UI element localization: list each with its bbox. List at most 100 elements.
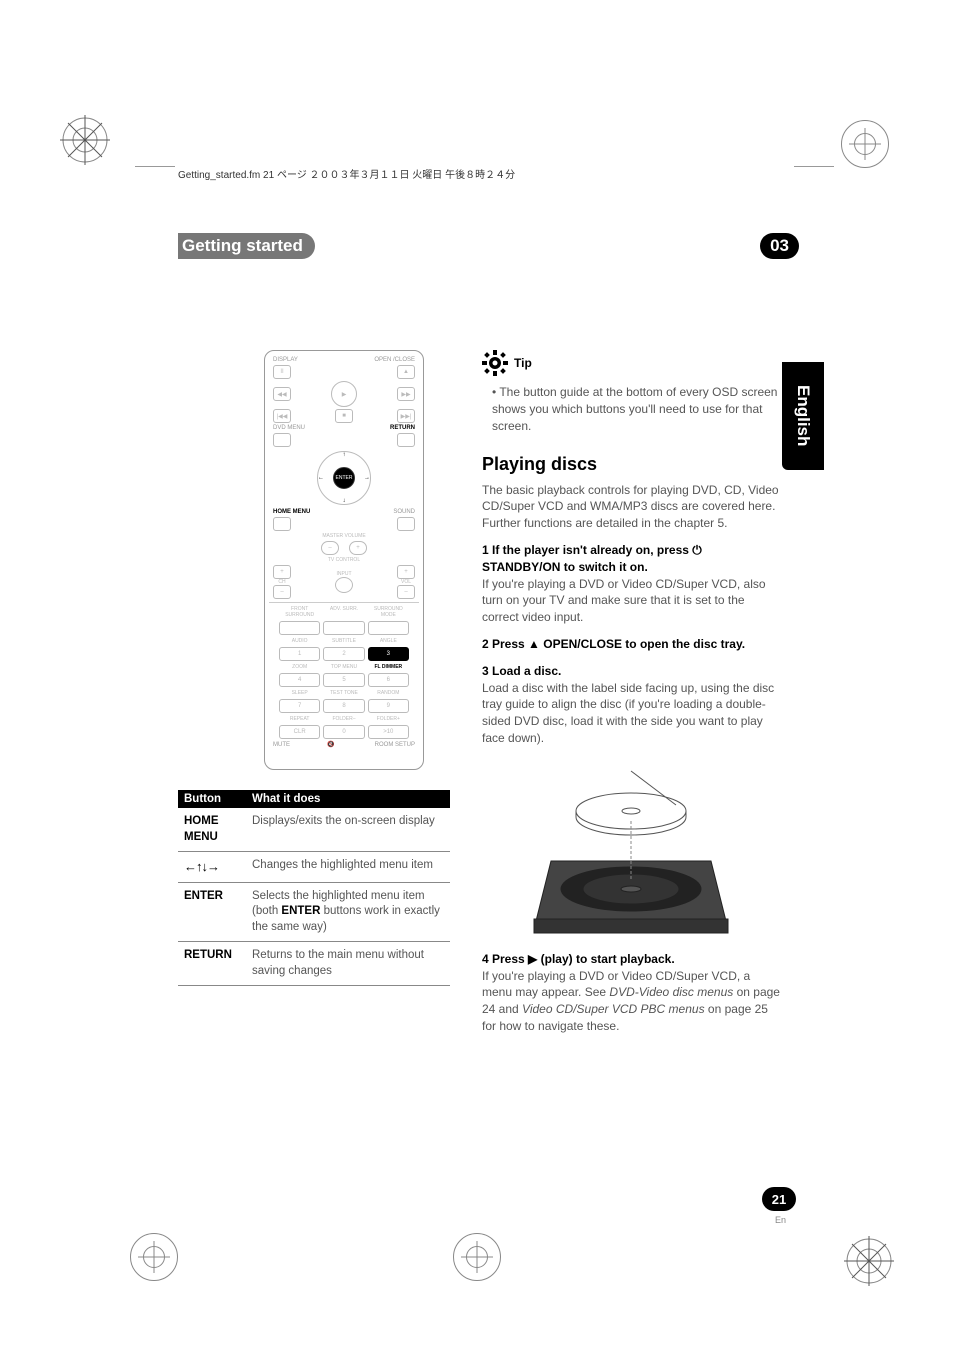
mute-icon: 🔇 bbox=[327, 741, 337, 749]
step-1: 1 If the player isn't already on, press … bbox=[482, 543, 702, 574]
remote-input-btn bbox=[335, 577, 353, 593]
remote-prev-btn: |◀◀ bbox=[273, 409, 291, 423]
remote-mute-label: MUTE bbox=[273, 742, 290, 748]
table-key: HOME MENU bbox=[178, 808, 246, 852]
remote-audio-label: AUDIO bbox=[279, 638, 320, 644]
remote-fldim-label: FL DIMMER bbox=[368, 664, 409, 670]
remote-num-btn: 4 bbox=[279, 673, 320, 687]
page-number: 21 bbox=[762, 1187, 796, 1211]
table-key-arrows: ←↑↓→ bbox=[178, 852, 246, 883]
reg-mark-bc bbox=[453, 1233, 501, 1281]
remote-sound-label: SOUND bbox=[393, 509, 415, 515]
reg-mark-tr bbox=[841, 120, 889, 168]
remote-vol-down: – bbox=[321, 541, 339, 555]
remote-zoom-label: ZOOM bbox=[279, 664, 320, 670]
remote-play-btn: ▶ bbox=[331, 381, 357, 407]
remote-num-btn: 1 bbox=[279, 647, 320, 661]
table-desc: Changes the highlighted menu item bbox=[246, 852, 450, 883]
eject-icon: ▲ bbox=[528, 637, 540, 651]
remote-testtone-label: TEST TONE bbox=[323, 690, 364, 696]
remote-tvcontrol-label: TV CONTROL bbox=[269, 557, 419, 563]
content-right-column: Tip The button guide at the bottom of ev… bbox=[482, 350, 780, 1035]
table-header-button: Button bbox=[178, 790, 246, 808]
remote-homemenu-btn bbox=[273, 517, 291, 531]
standby-icon: ⏻ bbox=[692, 543, 702, 557]
remote-mode-btn bbox=[279, 621, 320, 635]
remote-tvvol-up: + bbox=[397, 565, 415, 579]
remote-stop-btn: ■ bbox=[335, 409, 353, 423]
remote-eject-btn: ▲ bbox=[397, 365, 415, 379]
tip-label: Tip bbox=[514, 355, 532, 372]
remote-num-btn: 2 bbox=[323, 647, 364, 661]
step-1-body: If you're playing a DVD or Video CD/Supe… bbox=[482, 576, 780, 626]
remote-dvdmenu-label: DVD MENU bbox=[273, 425, 305, 431]
page-header-meta: Getting_started.fm 21 ページ ２００３年３月１１日 火曜日… bbox=[178, 166, 515, 181]
remote-tvvol-down: – bbox=[397, 585, 415, 599]
table-row: RETURN Returns to the main menu without … bbox=[178, 942, 450, 986]
remote-control-diagram: DISPLAYOPEN /CLOSE II▲ ◀◀ ▶ ▶▶ |◀◀■▶▶| D… bbox=[264, 350, 424, 770]
reg-mark-bl bbox=[130, 1233, 178, 1281]
crop-line bbox=[794, 166, 834, 167]
section-heading-playing-discs: Playing discs bbox=[482, 452, 780, 477]
table-row: HOME MENU Displays/exits the on-screen d… bbox=[178, 808, 450, 852]
step-3: 3 Load a disc. bbox=[482, 664, 561, 678]
step-4: 4 Press ▶ (play) to start playback. bbox=[482, 952, 675, 966]
remote-repeat-label: REPEAT bbox=[279, 716, 320, 722]
printer-mark-br bbox=[844, 1236, 894, 1286]
printer-mark-tl bbox=[60, 115, 110, 165]
remote-mode3: SURROUND MODE bbox=[368, 606, 409, 618]
remote-sound-btn bbox=[397, 517, 415, 531]
remote-clr-btn: CLR bbox=[279, 725, 320, 739]
remote-topmenu-label: TOP MENU bbox=[323, 664, 364, 670]
remote-folderm-label: FOLDER– bbox=[323, 716, 364, 722]
play-icon: ▶ bbox=[528, 952, 537, 966]
table-key: ENTER bbox=[178, 882, 246, 942]
remote-return-btn bbox=[397, 433, 415, 447]
remote-num-btn: 5 bbox=[323, 673, 364, 687]
button-function-table: Button What it does HOME MENU Displays/e… bbox=[178, 790, 450, 986]
page-lang-code: En bbox=[775, 1215, 786, 1225]
remote-dpad: ↑ ↓ ← → ENTER bbox=[317, 451, 371, 505]
section-intro: The basic playback controls for playing … bbox=[482, 482, 780, 532]
table-key: RETURN bbox=[178, 942, 246, 986]
table-row: ←↑↓→ Changes the highlighted menu item bbox=[178, 852, 450, 883]
remote-subtitle-label: SUBTITLE bbox=[323, 638, 364, 644]
table-desc: Returns to the main menu without saving … bbox=[246, 942, 450, 986]
remote-num-btn: 8 bbox=[323, 699, 364, 713]
remote-num-btn: 9 bbox=[368, 699, 409, 713]
remote-openclose-label: OPEN /CLOSE bbox=[374, 357, 415, 363]
remote-dvdmenu-btn bbox=[273, 433, 291, 447]
remote-num-btn: 3 bbox=[368, 647, 409, 661]
remote-mode1: FRONT SURROUND bbox=[279, 606, 320, 618]
step-4-body: If you're playing a DVD or Video CD/Supe… bbox=[482, 968, 780, 1035]
remote-next-btn: ▶▶| bbox=[397, 409, 415, 423]
table-header-desc: What it does bbox=[246, 790, 450, 808]
crop-line bbox=[135, 166, 175, 167]
gear-icon bbox=[482, 350, 508, 376]
disc-tray-illustration bbox=[526, 761, 736, 941]
remote-mode-btn bbox=[323, 621, 364, 635]
chapter-title: Getting started bbox=[178, 233, 315, 259]
remote-return-label: RETURN bbox=[390, 425, 415, 431]
chapter-number: 03 bbox=[760, 233, 799, 259]
table-desc: Displays/exits the on-screen display bbox=[246, 808, 450, 852]
remote-enter-btn: ENTER bbox=[333, 467, 355, 489]
language-tab: English bbox=[782, 362, 824, 470]
remote-random-label: RANDOM bbox=[368, 690, 409, 696]
remote-display-label: DISPLAY bbox=[273, 357, 298, 363]
chapter-bar: Getting started 03 bbox=[178, 233, 799, 259]
remote-input-label: INPUT bbox=[335, 571, 353, 577]
remote-roomsetup-label: ROOM SETUP bbox=[375, 742, 415, 748]
remote-rev-btn: ◀◀ bbox=[273, 387, 291, 401]
step-3-body: Load a disc with the label side facing u… bbox=[482, 680, 780, 747]
remote-mode-btn bbox=[368, 621, 409, 635]
remote-angle-label: ANGLE bbox=[368, 638, 409, 644]
remote-mastervol-label: MASTER VOLUME bbox=[269, 533, 419, 539]
remote-ch-up: + bbox=[273, 565, 291, 579]
remote-num-btn: 6 bbox=[368, 673, 409, 687]
step-2: 2 Press ▲ OPEN/CLOSE to open the disc tr… bbox=[482, 637, 745, 651]
remote-mode2: ADV. SURR. bbox=[323, 606, 364, 618]
remote-homemenu-label: HOME MENU bbox=[273, 509, 310, 515]
tip-bullet: The button guide at the bottom of every … bbox=[492, 384, 780, 434]
remote-num-btn: 7 bbox=[279, 699, 320, 713]
